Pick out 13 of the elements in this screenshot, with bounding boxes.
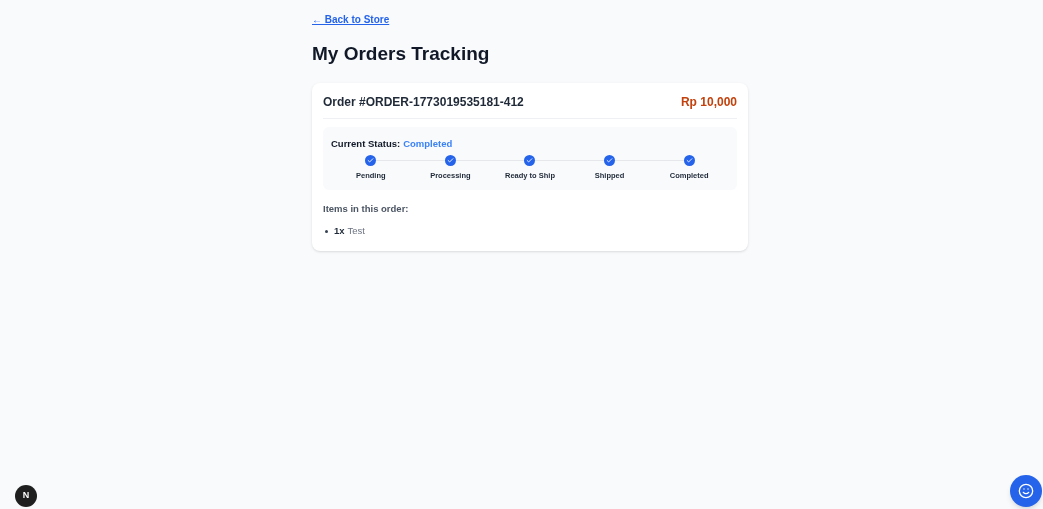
bullet-icon	[325, 229, 328, 233]
item-quantity: 1x	[334, 224, 345, 239]
smile-icon	[1018, 483, 1034, 499]
order-total: Rp 10,000	[680, 93, 737, 111]
items-heading: Items in this order:	[323, 202, 410, 216]
order-number: Order #ORDER-1773019535181-412	[323, 93, 524, 111]
back-to-store-link[interactable]: ← Back to Store	[312, 12, 390, 27]
item-name: Test	[347, 224, 365, 239]
dev-tools-button[interactable]: N	[15, 485, 37, 507]
chat-button[interactable]	[1010, 475, 1042, 507]
status-label: Current Status:	[331, 136, 401, 151]
status-value: Completed	[403, 136, 453, 151]
page-title: My Orders Tracking	[312, 42, 491, 66]
